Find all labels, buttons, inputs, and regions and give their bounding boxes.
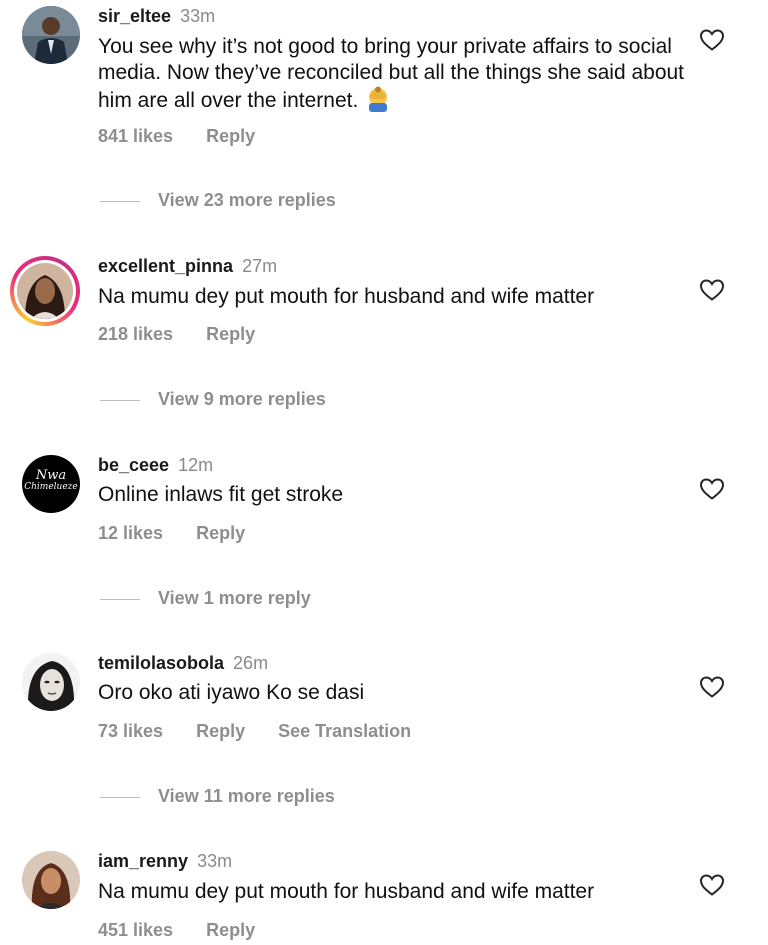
likes-count[interactable]: 12 likes <box>98 523 163 543</box>
username[interactable]: be_ceee <box>98 455 169 475</box>
comment-header: excellent_pinna 27m <box>98 256 277 277</box>
reply-button[interactable]: Reply <box>206 324 255 344</box>
avatar[interactable] <box>22 653 80 711</box>
comment-meta: 841 likes Reply <box>98 126 283 147</box>
comment-text: Online inlaws fit get stroke <box>98 483 344 506</box>
avatar-story-ring[interactable] <box>10 256 80 326</box>
comment-meta: 12 likes Reply <box>98 523 273 544</box>
timestamp: 12m <box>178 455 214 475</box>
view-replies-label: View 1 more reply <box>158 588 311 608</box>
likes-count[interactable]: 451 likes <box>98 920 173 940</box>
heart-outline-icon[interactable] <box>699 28 725 52</box>
comment-text: Oro oko ati iyawo Ko se dasi <box>98 681 365 704</box>
view-replies-label: View 23 more replies <box>158 190 336 210</box>
view-replies-label: View 11 more replies <box>158 786 335 806</box>
divider-line <box>100 598 140 600</box>
view-replies-button[interactable]: View 11 more replies <box>100 786 335 807</box>
facepalm-emoji-icon <box>364 86 392 112</box>
comment-text: Na mumu dey put mouth for husband and wi… <box>98 880 595 903</box>
view-replies-button[interactable]: View 23 more replies <box>100 190 336 211</box>
heart-outline-icon[interactable] <box>699 278 725 302</box>
view-replies-label: View 9 more replies <box>158 389 326 409</box>
reply-button[interactable]: Reply <box>206 920 255 940</box>
divider-line <box>100 200 140 202</box>
timestamp: 33m <box>180 6 216 26</box>
avatar[interactable] <box>22 851 80 909</box>
divider-line <box>100 796 140 798</box>
comment-header: iam_renny 33m <box>98 851 232 872</box>
view-replies-button[interactable]: View 9 more replies <box>100 389 326 410</box>
likes-count[interactable]: 73 likes <box>98 721 163 741</box>
comment-header: sir_eltee 33m <box>98 6 215 27</box>
comment-text: Na mumu dey put mouth for husband and wi… <box>98 285 595 308</box>
avatar[interactable] <box>22 6 80 64</box>
comment-meta: 218 likes Reply <box>98 324 283 345</box>
comment-text: You see why it’s not good to bring your … <box>98 34 688 114</box>
username[interactable]: excellent_pinna <box>98 256 233 276</box>
username[interactable]: iam_renny <box>98 851 188 871</box>
comment-meta: 73 likes Reply See Translation <box>98 721 439 742</box>
view-replies-button[interactable]: View 1 more reply <box>100 588 311 609</box>
timestamp: 27m <box>242 256 278 276</box>
divider-line <box>100 399 140 401</box>
timestamp: 33m <box>197 851 233 871</box>
see-translation-button[interactable]: See Translation <box>278 721 411 741</box>
likes-count[interactable]: 841 likes <box>98 126 173 146</box>
reply-button[interactable]: Reply <box>196 721 245 741</box>
likes-count[interactable]: 218 likes <box>98 324 173 344</box>
heart-outline-icon[interactable] <box>699 675 725 699</box>
avatar-text-line-1: Nwa <box>35 468 67 483</box>
avatar[interactable]: Nwa Chimelueze <box>22 455 80 513</box>
heart-outline-icon[interactable] <box>699 873 725 897</box>
username[interactable]: temilolasobola <box>98 653 224 673</box>
comment-header: temilolasobola 26m <box>98 653 268 674</box>
username[interactable]: sir_eltee <box>98 6 171 26</box>
reply-button[interactable]: Reply <box>206 126 255 146</box>
avatar-text-line-2: Chimelueze <box>24 482 78 492</box>
timestamp: 26m <box>233 653 269 673</box>
reply-button[interactable]: Reply <box>196 523 245 543</box>
comment-meta: 451 likes Reply <box>98 920 283 941</box>
heart-outline-icon[interactable] <box>699 477 725 501</box>
comment-header: be_ceee 12m <box>98 455 213 476</box>
